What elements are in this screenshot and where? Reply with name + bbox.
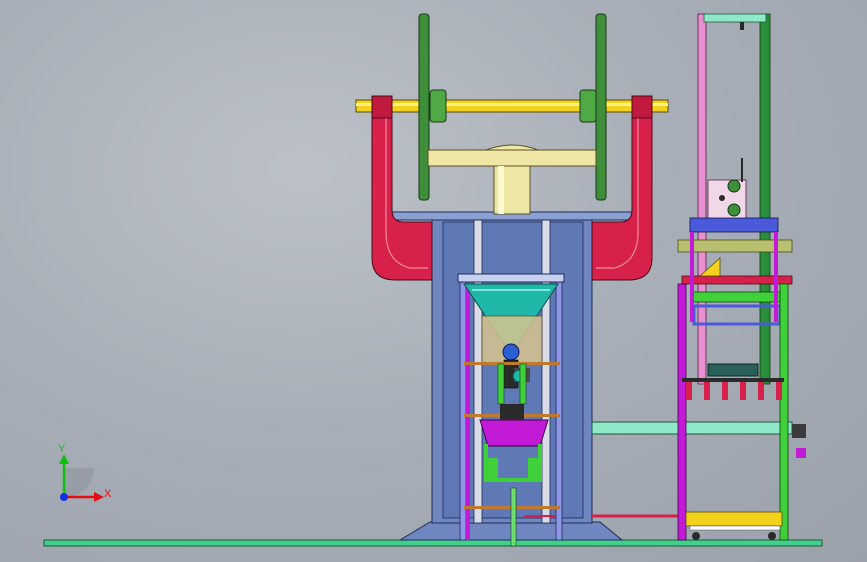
y-axis-label: Y	[58, 443, 66, 455]
coordinate-triad	[59, 454, 104, 502]
assembly-drawing: Y X	[43, 13, 823, 547]
ram-assembly	[427, 144, 597, 215]
flywheel-right	[579, 13, 607, 201]
crankshaft	[355, 95, 669, 119]
flywheel-left	[418, 13, 447, 201]
cad-viewport[interactable]: Y X	[0, 0, 867, 562]
ground-rail	[43, 539, 823, 547]
z-axis-dot	[60, 493, 68, 501]
x-axis-label: X	[104, 488, 112, 500]
auxiliary-tower	[677, 13, 806, 541]
